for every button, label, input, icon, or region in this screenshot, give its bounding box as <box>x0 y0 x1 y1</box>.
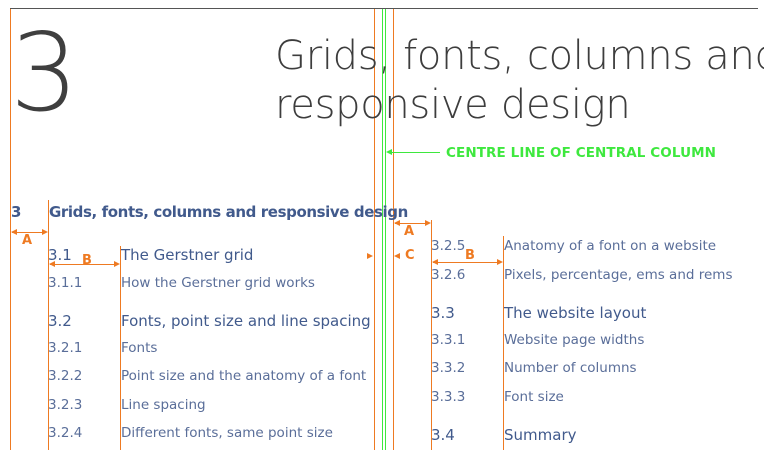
dimension-b-right-arrow-start <box>432 259 438 265</box>
toc-entry-number: 3.2.6 <box>431 267 466 283</box>
top-rule <box>10 8 758 9</box>
dimension-b-left-label: B <box>82 253 92 268</box>
toc-heading-number: 3 <box>11 203 22 221</box>
toc-entry-number: 3.3.2 <box>431 360 466 376</box>
toc-entry-title: Summary <box>504 426 577 444</box>
centre-label-leader <box>392 152 440 153</box>
toc-entry-title: Different fonts, same point size <box>121 425 333 441</box>
toc-entry-number: 3.2.3 <box>48 397 83 413</box>
centre-line-label: CENTRE LINE OF CENTRAL COLUMN <box>446 145 717 161</box>
toc-entry-number: 3.2.1 <box>48 340 83 356</box>
toc-entry-number: 3.1 <box>48 246 72 264</box>
chapter-title-line-2: responsive design <box>275 82 631 128</box>
toc-entry-number: 3.3.1 <box>431 332 466 348</box>
toc-entry-number: 3.3 <box>431 304 455 322</box>
dimension-b-right-label: B <box>465 248 475 263</box>
toc-entry-title: Pixels, percentage, ems and rems <box>504 267 733 283</box>
dimension-c-label: C <box>405 248 415 263</box>
toc-entry-title: Fonts, point size and line spacing <box>121 312 371 330</box>
dimension-b-right-arrow-end <box>497 259 503 265</box>
dimension-a-right-label: A <box>404 224 415 239</box>
toc-entry-number: 3.2 <box>48 312 72 330</box>
dimension-a-left-label: A <box>22 233 33 248</box>
chapter-number: 3 <box>10 11 79 136</box>
dimension-a-right-arrow-start <box>394 220 400 226</box>
toc-entry-title: Point size and the anatomy of a font <box>121 368 367 384</box>
toc-entry-title: Website page widths <box>504 332 645 348</box>
toc-entry-title: Font size <box>504 389 564 405</box>
toc-entry-title: The website layout <box>504 304 647 322</box>
centre-label-arrowhead <box>386 149 392 155</box>
toc-entry-number: 3.2.2 <box>48 368 83 384</box>
dimension-b-left-arrow-end <box>114 261 120 267</box>
dimension-a-left-arrow-end <box>42 229 48 235</box>
dimension-a-left-arrow-start <box>11 229 17 235</box>
toc-entry-number: 3.3.3 <box>431 389 466 405</box>
toc-entry-number: 3.2.5 <box>431 238 466 254</box>
chapter-title-line-1: Grids, fonts, columns and <box>275 33 764 79</box>
toc-entry-number: 3.1.1 <box>48 275 83 291</box>
dimension-c-arrow-left <box>367 253 373 259</box>
toc-entry-title: How the Gerstner grid works <box>121 275 315 291</box>
toc-entry-number: 3.4 <box>431 426 455 444</box>
toc-entry-number: 3.2.4 <box>48 425 83 441</box>
toc-entry-title: Line spacing <box>121 397 206 413</box>
dimension-a-right-arrow-end <box>425 220 431 226</box>
toc-entry-title: Anatomy of a font on a website <box>504 238 717 254</box>
toc-entry-title: Number of columns <box>504 360 637 376</box>
toc-entry-title: Fonts <box>121 340 158 356</box>
toc-entry-title: The Gerstner grid <box>121 246 254 264</box>
dimension-c-arrow-right <box>394 253 400 259</box>
toc-heading-title: Grids, fonts, columns and responsive des… <box>49 203 408 221</box>
